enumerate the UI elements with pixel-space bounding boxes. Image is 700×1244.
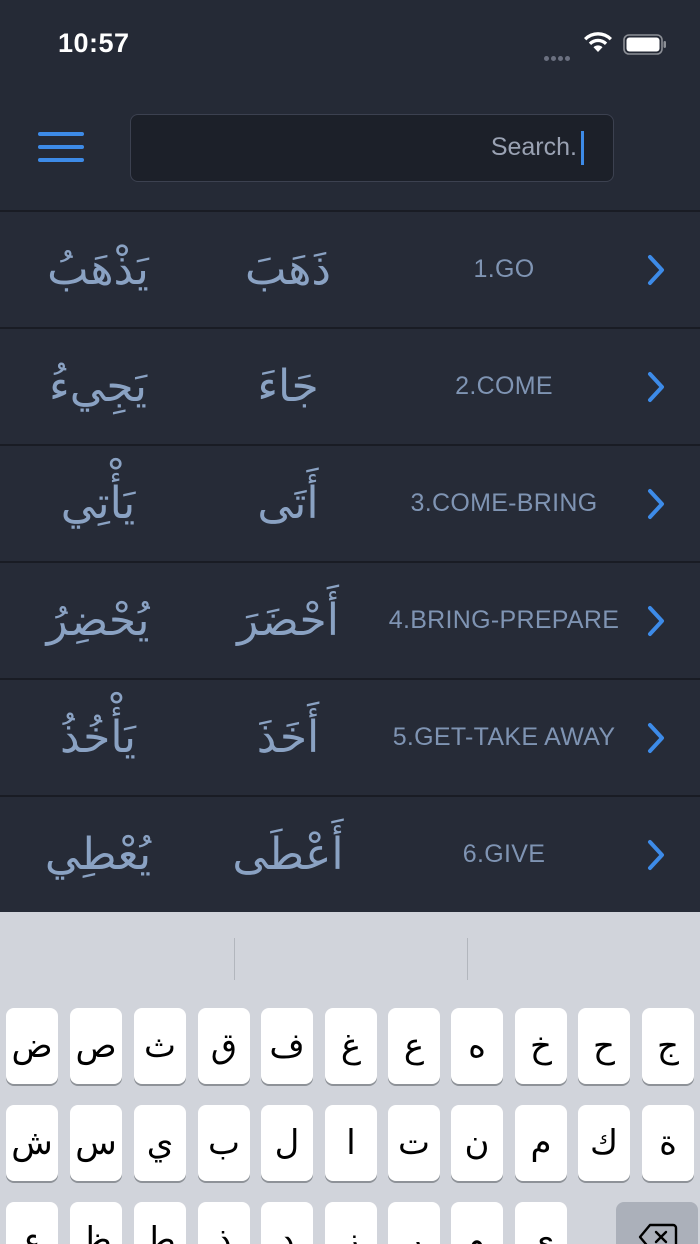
chevron-right-icon xyxy=(648,255,664,285)
battery-icon xyxy=(623,34,666,55)
header xyxy=(0,90,700,208)
verb-meaning: 1.GO xyxy=(473,255,535,283)
verb-imperfect: يَأْتِي xyxy=(60,478,136,529)
verb-meaning: 2.COME xyxy=(455,372,553,400)
verb-imperfect: يَجِيءُ xyxy=(49,361,148,412)
chevron-right-icon xyxy=(648,606,664,636)
verb-perfect: جَاءَ xyxy=(257,361,319,412)
chevron-right-icon xyxy=(648,489,664,519)
key[interactable]: ك xyxy=(578,1105,630,1181)
key[interactable]: ن xyxy=(451,1105,503,1181)
chevron-right-icon xyxy=(648,372,664,402)
verb-row-1[interactable]: يَذْهَبُ ذَهَبَ 1.GO xyxy=(0,210,700,327)
verb-list: يَذْهَبُ ذَهَبَ 1.GO يَجِيءُ جَاءَ 2.COM… xyxy=(0,210,700,912)
key[interactable]: ة xyxy=(642,1105,694,1181)
keyboard-row-2: ش س ي ب ل ا ت ن م ك ة xyxy=(0,1105,700,1185)
suggestion-divider xyxy=(234,938,235,980)
verb-imperfect: يَأْخُذُ xyxy=(60,712,136,763)
arabic-keyboard: ض ص ث ق ف غ ع ه خ ح ج ش س ي ب ل ا ت ن م … xyxy=(0,912,700,1244)
key[interactable]: ء xyxy=(6,1202,58,1244)
key[interactable]: ى xyxy=(515,1202,567,1244)
backspace-icon xyxy=(638,1223,678,1244)
key[interactable]: غ xyxy=(325,1008,377,1084)
verb-imperfect: يُعْطِي xyxy=(44,829,152,880)
verb-perfect: أَخَذَ xyxy=(256,712,320,763)
key[interactable]: ف xyxy=(261,1008,313,1084)
verb-meaning: 6.GIVE xyxy=(462,840,546,868)
key[interactable]: ص xyxy=(70,1008,122,1084)
verb-meaning: 5.GET-TAKE AWAY xyxy=(392,723,616,751)
hamburger-menu-icon[interactable] xyxy=(38,132,86,166)
chevron-right-icon xyxy=(648,840,664,870)
key[interactable]: ا xyxy=(325,1105,377,1181)
key[interactable]: ض xyxy=(6,1008,58,1084)
key[interactable]: خ xyxy=(515,1008,567,1084)
wifi-icon xyxy=(584,32,612,52)
backspace-key[interactable] xyxy=(616,1202,698,1244)
verb-meaning: 4.BRING-PREPARE xyxy=(388,606,620,634)
key[interactable]: م xyxy=(515,1105,567,1181)
verb-row-2[interactable]: يَجِيءُ جَاءَ 2.COME xyxy=(0,327,700,444)
verb-perfect: أَتَى xyxy=(257,478,319,529)
verb-perfect: ذَهَبَ xyxy=(245,244,332,295)
verb-row-6[interactable]: يُعْطِي أَعْطَى 6.GIVE xyxy=(0,795,700,912)
status-bar: 10:57 xyxy=(0,0,700,90)
suggestion-divider xyxy=(467,938,468,980)
key[interactable]: ع xyxy=(388,1008,440,1084)
verb-imperfect: يُحْضِرُ xyxy=(46,595,150,646)
key[interactable]: ي xyxy=(134,1105,186,1181)
verb-row-3[interactable]: يَأْتِي أَتَى 3.COME-BRING xyxy=(0,444,700,561)
chevron-right-icon xyxy=(648,723,664,753)
key[interactable]: ث xyxy=(134,1008,186,1084)
status-time: 10:57 xyxy=(58,28,130,58)
search-box[interactable] xyxy=(130,114,614,182)
key[interactable]: ر xyxy=(388,1202,440,1244)
key[interactable]: ق xyxy=(198,1008,250,1084)
key[interactable]: ط xyxy=(134,1202,186,1244)
key[interactable]: ل xyxy=(261,1105,313,1181)
key[interactable]: ظ xyxy=(70,1202,122,1244)
key[interactable]: ش xyxy=(6,1105,58,1181)
verb-perfect: أَعْطَى xyxy=(232,829,344,880)
key[interactable]: ز xyxy=(325,1202,377,1244)
key[interactable]: ب xyxy=(198,1105,250,1181)
cellular-signal-icon xyxy=(544,46,576,61)
suggestion-bar xyxy=(0,912,700,1002)
keyboard-row-3: ء ظ ط ذ د ز ر و ى xyxy=(0,1202,700,1244)
verb-perfect: أَحْضَرَ xyxy=(237,595,339,646)
key[interactable]: و xyxy=(451,1202,503,1244)
verb-imperfect: يَذْهَبُ xyxy=(47,244,149,295)
key[interactable]: ح xyxy=(578,1008,630,1084)
key[interactable]: س xyxy=(70,1105,122,1181)
keyboard-row-1: ض ص ث ق ف غ ع ه خ ح ج xyxy=(0,1008,700,1088)
key[interactable]: ت xyxy=(388,1105,440,1181)
verb-row-5[interactable]: يَأْخُذُ أَخَذَ 5.GET-TAKE AWAY xyxy=(0,678,700,795)
key[interactable]: ذ xyxy=(198,1202,250,1244)
text-cursor xyxy=(581,131,584,165)
search-input[interactable] xyxy=(157,115,577,180)
verb-row-4[interactable]: يُحْضِرُ أَحْضَرَ 4.BRING-PREPARE xyxy=(0,561,700,678)
key[interactable]: ج xyxy=(642,1008,694,1084)
verb-meaning: 3.COME-BRING xyxy=(410,489,598,517)
key[interactable]: ه xyxy=(451,1008,503,1084)
key[interactable]: د xyxy=(261,1202,313,1244)
